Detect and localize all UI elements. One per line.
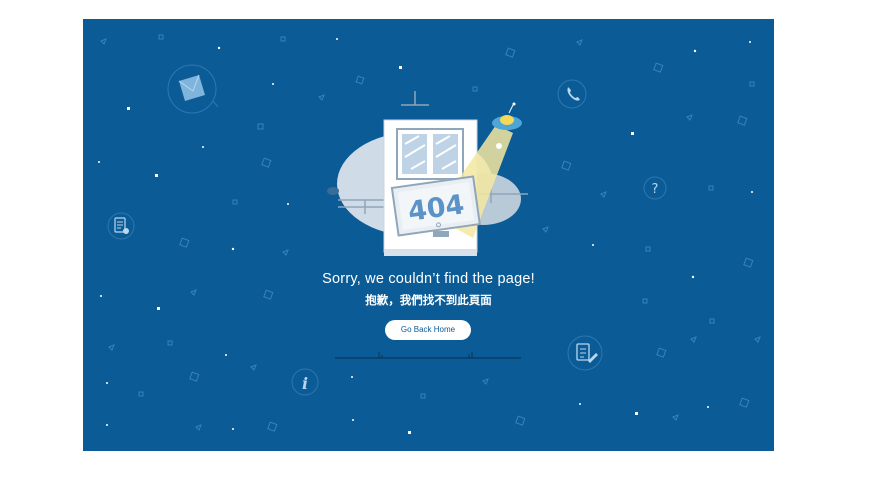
svg-text:?: ? [652,182,659,197]
page-title: Sorry, we couldn’t find the page! [322,271,535,287]
background-illustration: ? i 404 [83,19,774,451]
svg-text:i: i [302,374,308,393]
go-back-home-button[interactable]: Go Back Home [385,320,471,340]
page-subtitle: 抱歉，我們找不到此頁面 [365,293,492,307]
error-panel: ? i 404 Sorry, we couldn’t find the page… [83,19,774,451]
